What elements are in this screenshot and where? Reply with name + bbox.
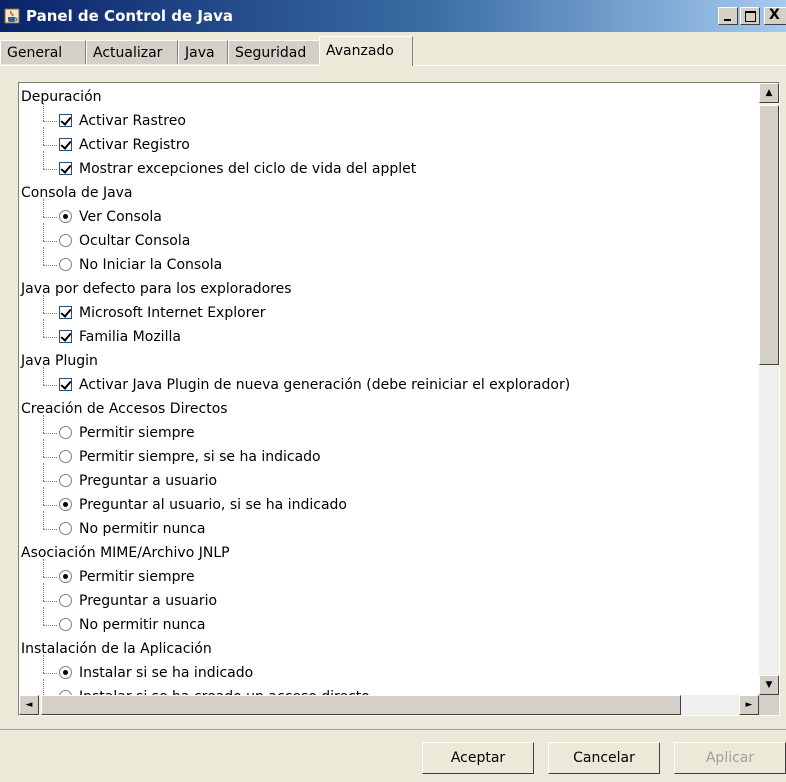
radio-button[interactable] — [59, 498, 72, 511]
tab-actualizar[interactable]: Actualizar — [86, 40, 178, 64]
radio-button[interactable] — [59, 210, 72, 223]
tree-group-accesos-directos: Creación de Accesos Directos — [21, 401, 228, 417]
checkbox[interactable] — [59, 114, 72, 127]
tree-group-consola-java: Consola de Java — [21, 185, 133, 201]
radio-button[interactable] — [59, 570, 72, 583]
ok-button[interactable]: Aceptar — [422, 742, 534, 774]
tree-group-depuracion: Depuración — [21, 89, 102, 105]
horizontal-scroll-thumb[interactable] — [41, 695, 681, 715]
vertical-scroll-thumb[interactable] — [759, 105, 779, 365]
radio-button[interactable] — [59, 618, 72, 631]
checkbox[interactable] — [59, 306, 72, 319]
tab-java[interactable]: Java — [178, 40, 228, 64]
advanced-settings-tree: Depuración Activar Rastreo Activar Regis… — [18, 82, 780, 716]
tree-group-mime-jnlp: Asociación MIME/Archivo JNLP — [21, 545, 230, 561]
tree-group-java-exploradores: Java por defecto para los exploradores — [21, 281, 292, 297]
radio-button[interactable] — [59, 426, 72, 439]
checkbox[interactable] — [59, 378, 72, 391]
apply-button[interactable]: Aplicar — [674, 742, 786, 774]
scroll-right-button[interactable]: ► — [739, 695, 759, 715]
horizontal-scrollbar[interactable]: ◄ ► — [19, 695, 759, 715]
minimize-button[interactable] — [718, 7, 738, 25]
checkbox[interactable] — [59, 162, 72, 175]
vertical-scrollbar[interactable]: ▲ ▼ — [759, 83, 779, 695]
close-icon: X — [769, 7, 780, 23]
tab-avanzado[interactable]: Avanzado — [319, 36, 413, 66]
radio-button[interactable] — [59, 474, 72, 487]
close-button[interactable]: X — [764, 7, 786, 25]
arrow-down-icon: ▼ — [765, 680, 773, 690]
dialog-button-bar: Aceptar Cancelar Aplicar — [0, 729, 786, 782]
radio-button[interactable] — [59, 234, 72, 247]
arrow-up-icon: ▲ — [765, 88, 773, 98]
arrow-right-icon: ► — [745, 700, 753, 710]
checkbox[interactable] — [59, 330, 72, 343]
tree-group-instalacion: Instalación de la Aplicación — [21, 641, 212, 657]
scroll-left-button[interactable]: ◄ — [19, 695, 39, 715]
radio-button[interactable] — [59, 522, 72, 535]
scroll-up-button[interactable]: ▲ — [759, 83, 779, 103]
radio-button[interactable] — [59, 450, 72, 463]
radio-button[interactable] — [59, 666, 72, 679]
tab-general[interactable]: General — [0, 40, 86, 64]
radio-button[interactable] — [59, 594, 72, 607]
tree-group-java-plugin: Java Plugin — [21, 353, 98, 369]
window-title: Panel de Control de Java — [26, 7, 234, 25]
radio-button[interactable] — [59, 258, 72, 271]
maximize-button[interactable] — [740, 7, 760, 25]
tree-content: Depuración Activar Rastreo Activar Regis… — [19, 83, 759, 695]
checkbox[interactable] — [59, 138, 72, 151]
scroll-down-button[interactable]: ▼ — [759, 675, 779, 695]
arrow-left-icon: ◄ — [25, 700, 33, 710]
java-cup-icon — [4, 8, 20, 24]
title-bar[interactable]: Panel de Control de Java X — [0, 0, 786, 32]
cancel-button[interactable]: Cancelar — [548, 742, 660, 774]
tab-seguridad[interactable]: Seguridad — [228, 40, 320, 64]
scrollbar-corner — [759, 695, 779, 715]
